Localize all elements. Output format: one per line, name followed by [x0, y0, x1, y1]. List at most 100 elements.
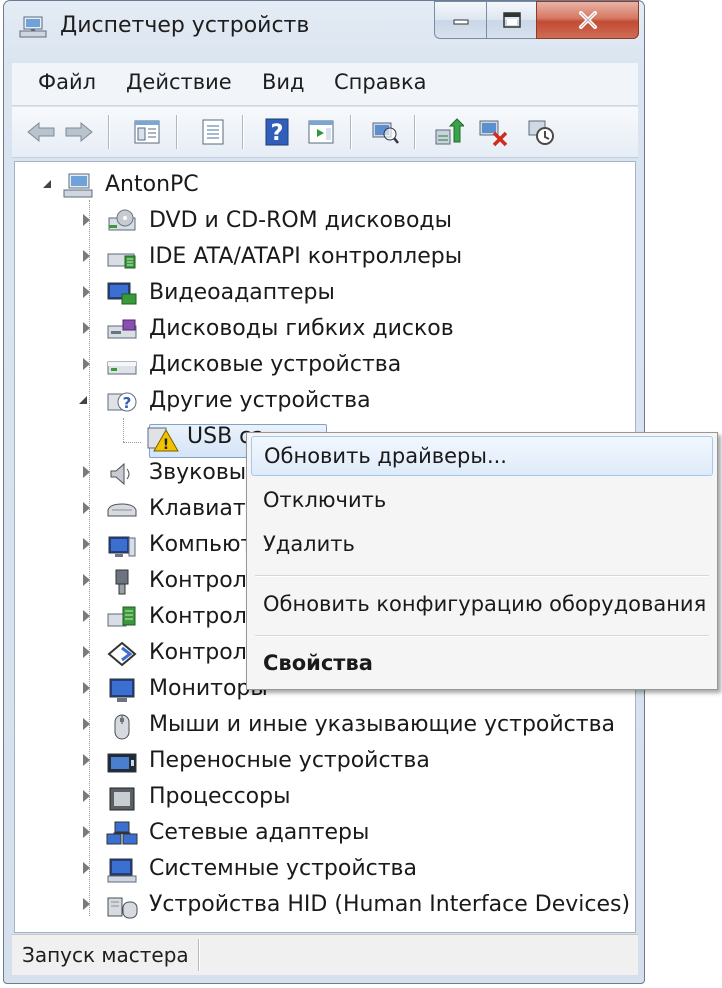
toolbar-separator — [108, 115, 109, 149]
menu-item-properties[interactable]: Свойства — [251, 644, 713, 684]
close-button[interactable] — [536, 1, 639, 39]
device-manager-app-icon — [19, 16, 47, 38]
expand-arrow-icon[interactable] — [83, 214, 90, 226]
console-tree-button[interactable] — [130, 115, 164, 149]
menu-item-uninstall[interactable]: Удалить — [251, 525, 713, 565]
system-device-icon — [107, 858, 137, 883]
expand-arrow-icon[interactable] — [83, 322, 90, 334]
uninstall-button[interactable] — [476, 115, 510, 149]
menu-file[interactable]: Файл — [38, 70, 96, 94]
tree-item-label: Дисководы гибких дисков — [149, 316, 454, 341]
expand-arrow-icon[interactable] — [83, 610, 90, 622]
tree-category-item[interactable]: Сетевые адаптеры — [15, 816, 635, 850]
expand-arrow-icon[interactable] — [83, 862, 90, 874]
menu-item-scan-hardware-label: Обновить конфигурацию оборудования — [263, 592, 707, 616]
expand-arrow-icon[interactable] — [83, 790, 90, 802]
tree-category-item[interactable]: Дисководы гибких дисков — [15, 312, 635, 346]
properties-button[interactable] — [196, 115, 230, 149]
expand-arrow-icon[interactable] — [83, 718, 90, 730]
unknown-device-icon: ? — [107, 392, 137, 412]
maximize-icon — [502, 12, 521, 28]
menu-item-disable[interactable]: Отключить — [251, 481, 713, 521]
scan-hardware-icon — [372, 122, 399, 144]
expand-arrow-icon[interactable] — [83, 898, 90, 910]
help-icon: ? — [265, 118, 289, 146]
context-menu: Обновить драйверы... Отключить Удалить О… — [246, 432, 718, 690]
caption-buttons — [434, 1, 639, 39]
tree-category-item[interactable]: ? Другие устройства — [15, 384, 635, 418]
warning-device-icon: ! — [147, 427, 179, 452]
tree-item-label: Контролл — [149, 568, 261, 593]
minimize-icon — [453, 19, 468, 25]
expand-arrow-icon[interactable] — [83, 286, 90, 298]
maximize-button[interactable] — [486, 1, 536, 39]
tree-category-item[interactable]: Устройства HID (Human Interface Devices) — [15, 888, 635, 922]
tree-category-item[interactable]: DVD и CD-ROM дисководы — [15, 204, 635, 238]
menu-view[interactable]: Вид — [262, 70, 305, 94]
menu-item-scan-hardware[interactable]: Обновить конфигурацию оборудования — [251, 585, 713, 625]
dvd-drive-icon — [108, 209, 136, 231]
collapse-arrow-icon[interactable] — [79, 396, 87, 404]
expand-arrow-icon[interactable] — [83, 502, 90, 514]
expand-arrow-icon[interactable] — [83, 682, 90, 694]
tree-root[interactable]: AntonPC — [15, 168, 635, 202]
processor-icon — [109, 787, 135, 811]
expand-arrow-icon[interactable] — [83, 358, 90, 370]
tree-root-label: AntonPC — [105, 172, 199, 197]
update-driver-button[interactable] — [432, 115, 466, 149]
forward-button[interactable] — [62, 115, 96, 149]
tree-item-label: DVD и CD-ROM дисководы — [149, 208, 453, 233]
floppy-drive-icon — [107, 319, 137, 339]
minimize-button[interactable] — [434, 1, 486, 39]
expand-arrow-icon[interactable] — [83, 574, 90, 586]
uninstall-icon — [479, 120, 508, 147]
expand-arrow-icon[interactable] — [83, 250, 90, 262]
status-separator — [198, 939, 199, 971]
expand-arrow-icon[interactable] — [83, 646, 90, 658]
toolbar-separator — [176, 115, 177, 149]
toolbar-separator — [414, 115, 415, 149]
expand-arrow-icon[interactable] — [83, 754, 90, 766]
keyboard-icon — [107, 503, 137, 517]
menu-help[interactable]: Справка — [334, 70, 427, 94]
menu-action[interactable]: Действие — [126, 70, 232, 94]
forward-arrow-icon — [65, 121, 93, 143]
scan-hardware-button[interactable] — [368, 115, 402, 149]
tree-item-label: Видеоадаптеры — [149, 280, 335, 305]
status-text: Запуск мастера — [22, 943, 189, 967]
status-bar: Запуск мастера — [12, 934, 638, 975]
tree-category-item[interactable]: Мыши и иные указывающие устройства — [15, 708, 635, 742]
expand-arrow-icon[interactable] — [83, 826, 90, 838]
action-pane-button[interactable] — [304, 115, 338, 149]
tree-category-item[interactable]: Процессоры — [15, 780, 635, 814]
tree-item-label: Процессоры — [149, 784, 291, 809]
expand-arrow-icon[interactable] — [83, 466, 90, 478]
portable-device-icon — [107, 753, 137, 773]
tree-category-item[interactable]: Переносные устройства — [15, 744, 635, 778]
monitor-icon — [109, 678, 135, 702]
disable-device-button[interactable] — [524, 115, 558, 149]
title-bar[interactable]: Диспетчер устройств — [4, 1, 644, 57]
expand-arrow-icon[interactable] — [83, 538, 90, 550]
tree-item-label: Сетевые адаптеры — [149, 820, 370, 845]
window-title: Диспетчер устройств — [60, 13, 310, 38]
tree-item-label: Системные устройства — [149, 856, 417, 881]
tree-category-item[interactable]: IDE ATA/ATAPI контроллеры — [15, 240, 635, 274]
tree-item-label: Клавиату — [149, 496, 259, 521]
back-button[interactable] — [24, 115, 58, 149]
help-button[interactable]: ? — [260, 115, 294, 149]
tree-item-label: Устройства HID (Human Interface Devices) — [149, 892, 631, 917]
menu-item-uninstall-label: Удалить — [263, 532, 355, 556]
tree-category-item[interactable]: Видеоадаптеры — [15, 276, 635, 310]
menu-item-update-drivers-label: Обновить драйверы... — [264, 444, 507, 468]
tree-category-item[interactable]: Дисковые устройства — [15, 348, 635, 382]
menu-item-update-drivers[interactable]: Обновить драйверы... — [251, 436, 713, 476]
update-driver-icon — [435, 118, 464, 145]
tree-item-label: Контролл — [149, 640, 261, 665]
collapse-arrow-icon[interactable] — [43, 180, 51, 188]
menu-separator — [255, 575, 709, 577]
show-hide-console-tree-icon — [134, 120, 160, 144]
toolbar-separator — [242, 115, 243, 149]
toolbar-separator — [350, 115, 351, 149]
tree-category-item[interactable]: Системные устройства — [15, 852, 635, 886]
